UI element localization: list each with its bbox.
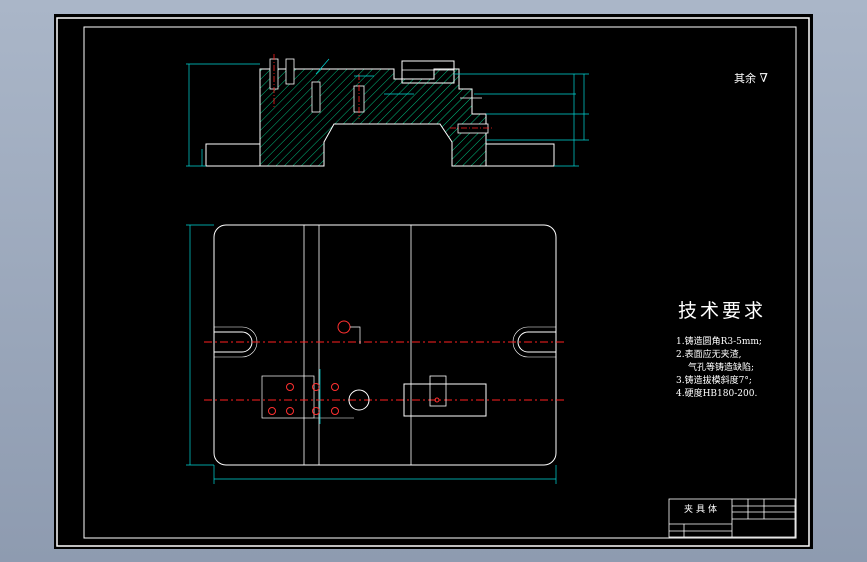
roughness-symbol-icon: ∇ bbox=[759, 71, 768, 85]
surface-finish-text: 其余 bbox=[734, 72, 756, 85]
surface-finish-note: 其余 ∇ bbox=[734, 70, 768, 86]
locating-hole bbox=[337, 320, 351, 334]
right-flange bbox=[485, 143, 555, 167]
side-pin bbox=[457, 123, 489, 134]
bolt-hole-mid bbox=[311, 81, 321, 113]
hole bbox=[331, 407, 339, 415]
hole bbox=[331, 383, 339, 391]
tech-requirements-title: 技术要求 bbox=[678, 300, 767, 322]
hole bbox=[312, 383, 320, 391]
tech-requirement-item: 气孔等铸造缺陷; bbox=[688, 363, 755, 373]
tech-requirement-item: 4.硬度HB180-200. bbox=[676, 389, 758, 399]
bolt-hole-left-2 bbox=[285, 58, 295, 85]
left-flange bbox=[205, 143, 261, 167]
hole bbox=[286, 407, 294, 415]
hole-block bbox=[261, 375, 315, 419]
hole bbox=[286, 383, 294, 391]
cad-viewport[interactable]: 其余 ∇ 技术要求 1.铸造圆角R3-5mm; 2.表面应无夹渣, 气孔等铸造缺… bbox=[54, 14, 813, 549]
section-view bbox=[186, 54, 589, 167]
tech-requirement-item: 1.铸造圆角R3-5mm; bbox=[676, 337, 762, 347]
engineering-drawing bbox=[56, 17, 810, 547]
tech-requirement-item: 2.表面应无夹渣, bbox=[676, 350, 742, 360]
hole bbox=[312, 407, 320, 415]
hole bbox=[268, 407, 276, 415]
part-name: 夹具体 bbox=[684, 505, 721, 515]
tech-requirement-item: 3.铸造拔模斜度7°; bbox=[676, 376, 752, 386]
plan-view bbox=[186, 224, 566, 484]
right-u-slot bbox=[517, 331, 556, 353]
plate-outline bbox=[213, 224, 557, 466]
plan-dimensions bbox=[186, 224, 557, 484]
